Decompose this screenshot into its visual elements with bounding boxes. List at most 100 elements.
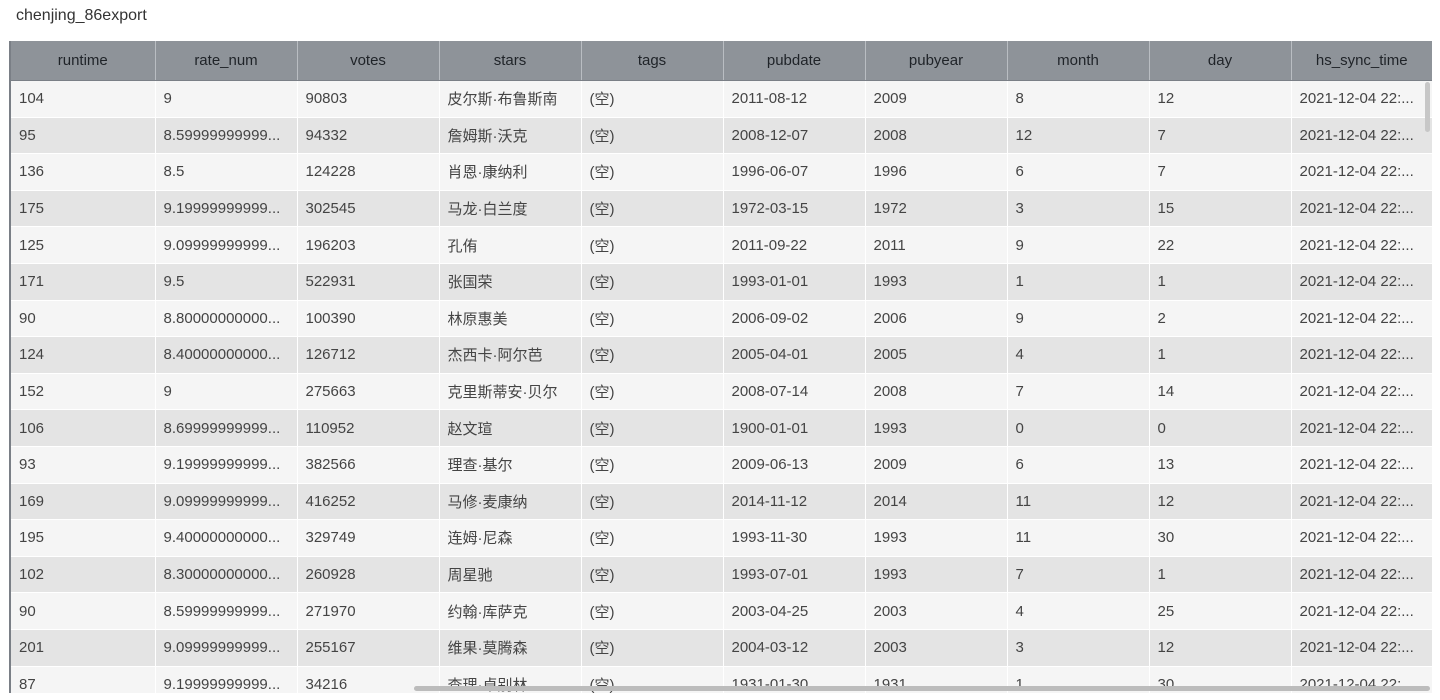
table-cell-day[interactable]: 1	[1149, 556, 1292, 594]
data-table-container[interactable]: runtime rate_num votes stars tags pubdat…	[9, 41, 1432, 693]
column-header-stars[interactable]: stars	[439, 41, 582, 81]
table-cell-hs-sync-time[interactable]: 2021-12-04 22:...	[1291, 263, 1432, 301]
table-cell-votes[interactable]: 126712	[297, 336, 440, 374]
table-cell-votes[interactable]: 90803	[297, 80, 440, 118]
table-cell-pubdate[interactable]: 1996-06-07	[723, 153, 866, 191]
table-cell-runtime[interactable]: 87	[11, 666, 156, 693]
table-cell-day[interactable]: 30	[1149, 519, 1292, 557]
table-cell-pubyear[interactable]: 2006	[865, 300, 1008, 338]
table-cell-pubdate[interactable]: 2008-12-07	[723, 117, 866, 155]
table-cell-tags[interactable]: (空)	[581, 629, 724, 667]
table-cell-runtime[interactable]: 106	[11, 409, 156, 447]
table-cell-stars[interactable]: 连姆·尼森	[439, 519, 582, 557]
table-cell-votes[interactable]: 271970	[297, 592, 440, 630]
table-cell-stars[interactable]: 约翰·库萨克	[439, 592, 582, 630]
table-cell-stars[interactable]: 理查·基尔	[439, 446, 582, 484]
table-cell-month[interactable]: 6	[1007, 153, 1150, 191]
table-cell-hs-sync-time[interactable]: 2021-12-04 22:...	[1291, 556, 1432, 594]
table-cell-hs-sync-time[interactable]: 2021-12-04 22:...	[1291, 409, 1432, 447]
table-cell-pubdate[interactable]: 2003-04-25	[723, 592, 866, 630]
table-cell-votes[interactable]: 329749	[297, 519, 440, 557]
table-cell-day[interactable]: 0	[1149, 409, 1292, 447]
table-cell-month[interactable]: 1	[1007, 263, 1150, 301]
table-cell-runtime[interactable]: 104	[11, 80, 156, 118]
table-cell-pubdate[interactable]: 1993-07-01	[723, 556, 866, 594]
table-row[interactable]: 175 9.19999999999... 302545 马龙·白兰度 (空) 1972-0…	[11, 190, 1432, 228]
table-cell-pubyear[interactable]: 1993	[865, 409, 1008, 447]
table-row[interactable]: 195 9.40000000000... 329749 连姆·尼森 (空) 1993-11…	[11, 519, 1432, 557]
table-cell-rate-num[interactable]: 8.69999999999...	[155, 409, 298, 447]
column-header-hs-sync-time[interactable]: hs_sync_time	[1291, 41, 1432, 81]
table-cell-pubdate[interactable]: 2005-04-01	[723, 336, 866, 374]
table-cell-runtime[interactable]: 90	[11, 300, 156, 338]
table-cell-pubdate[interactable]: 1972-03-15	[723, 190, 866, 228]
table-cell-hs-sync-time[interactable]: 2021-12-04 22:...	[1291, 300, 1432, 338]
table-cell-month[interactable]: 9	[1007, 226, 1150, 264]
table-cell-pubyear[interactable]: 1993	[865, 556, 1008, 594]
table-cell-day[interactable]: 2	[1149, 300, 1292, 338]
table-cell-runtime[interactable]: 175	[11, 190, 156, 228]
table-cell-tags[interactable]: (空)	[581, 519, 724, 557]
column-header-pubyear[interactable]: pubyear	[865, 41, 1008, 81]
table-cell-tags[interactable]: (空)	[581, 263, 724, 301]
table-cell-hs-sync-time[interactable]: 2021-12-04 22:...	[1291, 592, 1432, 630]
vertical-scrollbar[interactable]	[1425, 82, 1430, 132]
table-cell-runtime[interactable]: 152	[11, 373, 156, 411]
table-cell-month[interactable]: 6	[1007, 446, 1150, 484]
table-cell-pubyear[interactable]: 2009	[865, 446, 1008, 484]
table-cell-runtime[interactable]: 171	[11, 263, 156, 301]
table-cell-rate-num[interactable]: 9.19999999999...	[155, 190, 298, 228]
table-cell-pubyear[interactable]: 1993	[865, 263, 1008, 301]
table-cell-stars[interactable]: 克里斯蒂安·贝尔	[439, 373, 582, 411]
table-cell-month[interactable]: 3	[1007, 190, 1150, 228]
table-cell-pubyear[interactable]: 1972	[865, 190, 1008, 228]
table-cell-stars[interactable]: 维果·莫腾森	[439, 629, 582, 667]
table-cell-stars[interactable]: 詹姆斯·沃克	[439, 117, 582, 155]
table-row[interactable]: 171 9.5 522931 张国荣 (空) 1993-01-01 1993 1 1 2021-1…	[11, 263, 1432, 301]
table-cell-pubdate[interactable]: 1993-01-01	[723, 263, 866, 301]
table-cell-day[interactable]: 7	[1149, 117, 1292, 155]
table-cell-tags[interactable]: (空)	[581, 190, 724, 228]
table-cell-day[interactable]: 22	[1149, 226, 1292, 264]
horizontal-scrollbar[interactable]	[414, 686, 1430, 691]
table-cell-tags[interactable]: (空)	[581, 483, 724, 521]
column-header-rate-num[interactable]: rate_num	[155, 41, 298, 81]
column-header-runtime[interactable]: runtime	[11, 41, 156, 81]
table-cell-votes[interactable]: 275663	[297, 373, 440, 411]
table-row[interactable]: 106 8.69999999999... 110952 赵文瑄 (空) 1900-01-0…	[11, 409, 1432, 447]
table-cell-pubyear[interactable]: 2011	[865, 226, 1008, 264]
table-cell-day[interactable]: 1	[1149, 263, 1292, 301]
table-row[interactable]: 104 9 90803 皮尔斯·布鲁斯南 (空) 2011-08-12 2009 8 12 202…	[11, 80, 1432, 118]
table-cell-pubyear[interactable]: 2008	[865, 117, 1008, 155]
table-cell-pubyear[interactable]: 2009	[865, 80, 1008, 118]
table-row[interactable]: 90 8.80000000000... 100390 林原惠美 (空) 2006-09-0…	[11, 300, 1432, 338]
table-cell-tags[interactable]: (空)	[581, 226, 724, 264]
table-cell-rate-num[interactable]: 9.09999999999...	[155, 483, 298, 521]
table-row[interactable]: 169 9.09999999999... 416252 马修·麦康纳 (空) 2014-1…	[11, 483, 1432, 521]
table-row[interactable]: 125 9.09999999999... 196203 孔侑 (空) 2011-09-22…	[11, 226, 1432, 264]
table-cell-pubyear[interactable]: 1996	[865, 153, 1008, 191]
table-row[interactable]: 201 9.09999999999... 255167 维果·莫腾森 (空) 2004-0…	[11, 629, 1432, 667]
table-cell-runtime[interactable]: 195	[11, 519, 156, 557]
table-row[interactable]: 90 8.59999999999... 271970 约翰·库萨克 (空) 2003-04…	[11, 592, 1432, 630]
table-cell-hs-sync-time[interactable]: 2021-12-04 22:...	[1291, 336, 1432, 374]
table-cell-hs-sync-time[interactable]: 2021-12-04 22:...	[1291, 519, 1432, 557]
table-cell-month[interactable]: 4	[1007, 336, 1150, 374]
table-cell-rate-num[interactable]: 8.59999999999...	[155, 117, 298, 155]
table-cell-pubdate[interactable]: 1993-11-30	[723, 519, 866, 557]
table-cell-pubdate[interactable]: 2004-03-12	[723, 629, 866, 667]
table-cell-month[interactable]: 0	[1007, 409, 1150, 447]
table-cell-hs-sync-time[interactable]: 2021-12-04 22:...	[1291, 153, 1432, 191]
table-cell-day[interactable]: 7	[1149, 153, 1292, 191]
table-row[interactable]: 136 8.5 124228 肖恩·康纳利 (空) 1996-06-07 1996 6 7 202…	[11, 153, 1432, 191]
table-cell-day[interactable]: 13	[1149, 446, 1292, 484]
table-cell-stars[interactable]: 杰西卡·阿尔芭	[439, 336, 582, 374]
table-cell-month[interactable]: 7	[1007, 556, 1150, 594]
table-cell-rate-num[interactable]: 9.19999999999...	[155, 446, 298, 484]
table-cell-day[interactable]: 1	[1149, 336, 1292, 374]
table-cell-tags[interactable]: (空)	[581, 117, 724, 155]
table-cell-hs-sync-time[interactable]: 2021-12-04 22:...	[1291, 483, 1432, 521]
table-cell-tags[interactable]: (空)	[581, 446, 724, 484]
table-cell-runtime[interactable]: 93	[11, 446, 156, 484]
table-cell-rate-num[interactable]: 8.5	[155, 153, 298, 191]
